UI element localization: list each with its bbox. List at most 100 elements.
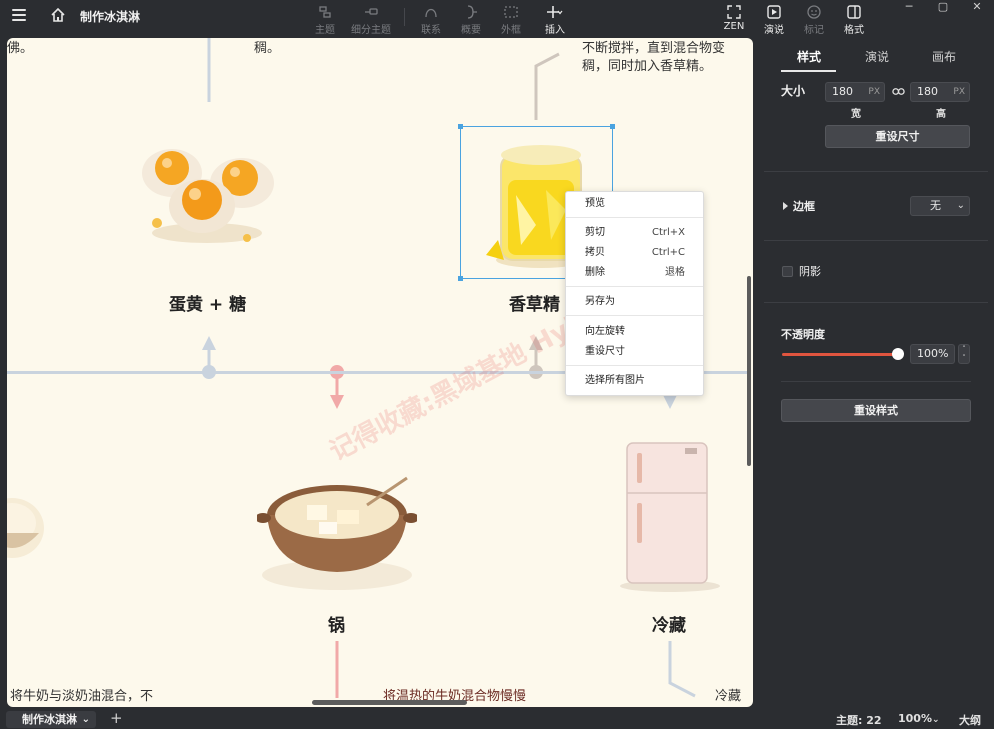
mindmap-canvas[interactable]: 佛。 稠。 不断搅拌，直到混合物变 稠，同时加入香草精。 蛋黄 + 糖 香草精 … bbox=[7, 38, 753, 707]
maximize-button[interactable]: ▢ bbox=[928, 0, 958, 14]
app-window: 制作冰淇淋 主题 细分主题 联系 概要 外框 插入 ZEN 演说 标记 格式 ─… bbox=[0, 0, 994, 729]
border-value: 无 bbox=[930, 199, 941, 212]
node-title-vanilla[interactable]: 香草精 bbox=[509, 290, 560, 315]
summary-button[interactable]: 概要 bbox=[451, 2, 491, 36]
relationship-label: 联系 bbox=[421, 25, 441, 36]
menu-divider bbox=[566, 315, 703, 316]
insert-label: 插入 bbox=[545, 25, 565, 36]
menu-shortcut: Ctrl+X bbox=[651, 227, 685, 238]
menu-item-label: 剪切 bbox=[585, 227, 605, 238]
hamburger-menu-icon[interactable] bbox=[12, 9, 26, 21]
status-bar: 制作冰淇淋 ⌄ + 主题: 22 100%⌄ 大纲 bbox=[0, 709, 994, 729]
outline-button[interactable]: 大纲 bbox=[959, 712, 981, 728]
opacity-stepper[interactable]: ˄ ˅ bbox=[958, 344, 970, 364]
reset-size-button[interactable]: 重设尺寸 bbox=[825, 125, 970, 148]
sheet-tab[interactable]: 制作冰淇淋 ⌄ bbox=[6, 711, 96, 728]
chevron-down-icon: ⌄ bbox=[81, 714, 90, 725]
reset-style-button[interactable]: 重设样式 bbox=[781, 399, 971, 422]
fridge-image[interactable] bbox=[615, 438, 725, 593]
relationship-button[interactable]: 联系 bbox=[411, 2, 451, 36]
subtopic-icon bbox=[365, 8, 378, 15]
zen-button[interactable]: ZEN bbox=[714, 2, 754, 36]
zoom-value: 100% bbox=[898, 712, 932, 725]
resize-handle[interactable] bbox=[458, 276, 463, 281]
pot-image[interactable] bbox=[257, 470, 417, 595]
pitch-label: 演说 bbox=[764, 25, 784, 36]
border-select[interactable]: 无 ⌄ bbox=[910, 196, 970, 216]
home-icon[interactable] bbox=[50, 7, 66, 23]
opacity-input[interactable]: 100% bbox=[910, 344, 955, 364]
expand-triangle-icon[interactable] bbox=[782, 202, 789, 210]
insert-button[interactable]: 插入 bbox=[535, 2, 575, 36]
active-tab-indicator bbox=[781, 70, 836, 72]
height-input[interactable]: 180 PX bbox=[910, 82, 970, 102]
chevron-down-icon: ⌄ bbox=[931, 715, 940, 725]
shadow-checkbox[interactable] bbox=[782, 266, 793, 277]
menu-shortcut: 退格 bbox=[665, 267, 685, 278]
topic-button[interactable]: 主题 bbox=[305, 2, 345, 36]
close-window-button[interactable]: ✕ bbox=[962, 0, 992, 14]
topic-icon bbox=[319, 6, 331, 18]
format-label: 格式 bbox=[844, 25, 864, 36]
opacity-slider-track[interactable] bbox=[782, 353, 897, 356]
boundary-button[interactable]: 外框 bbox=[491, 2, 531, 36]
tab-canvas[interactable]: 画布 bbox=[932, 48, 956, 65]
horizontal-scrollbar[interactable] bbox=[312, 700, 467, 705]
menu-divider bbox=[566, 286, 703, 287]
marker-label: 标记 bbox=[804, 25, 824, 36]
subtopic-label: 细分主题 bbox=[351, 25, 391, 36]
subtopic-button[interactable]: 细分主题 bbox=[351, 2, 391, 36]
size-label: 大小 bbox=[781, 84, 806, 98]
note-fragment-bottom-right: 冷藏 bbox=[715, 689, 742, 704]
zen-label: ZEN bbox=[723, 21, 745, 32]
egg-yolks-image[interactable] bbox=[137, 138, 277, 253]
menu-item-delete[interactable]: 删除 退格 bbox=[566, 264, 703, 282]
node-title-refrigerate[interactable]: 冷藏 bbox=[652, 611, 686, 636]
menu-item-rotate-left[interactable]: 向左旋转 bbox=[566, 323, 703, 341]
minimize-button[interactable]: ─ bbox=[894, 0, 924, 14]
menu-shortcut: Ctrl+C bbox=[651, 247, 685, 258]
width-input[interactable]: 180 PX bbox=[825, 82, 885, 102]
bowl-image-partial[interactable] bbox=[7, 483, 47, 568]
image-context-menu: 预览 剪切 Ctrl+X 拷贝 Ctrl+C 删除 退格 另存为 向左旋转 重设尺寸 … bbox=[565, 191, 704, 396]
document-title: 制作冰淇淋 bbox=[80, 10, 141, 24]
vertical-scrollbar[interactable] bbox=[747, 276, 751, 466]
width-sublabel: 宽 bbox=[851, 109, 861, 120]
menu-item-reset-size[interactable]: 重设尺寸 bbox=[566, 343, 703, 361]
panel-divider bbox=[764, 302, 988, 303]
pitch-button[interactable]: 演说 bbox=[754, 2, 794, 36]
menu-item-copy[interactable]: 拷贝 Ctrl+C bbox=[566, 244, 703, 262]
format-panel: 样式 演说 画布 大小 180 PX 180 PX 宽 高 重设尺寸 边框 无 ⌄ 阴… bbox=[764, 38, 988, 707]
resize-handle[interactable] bbox=[610, 124, 615, 129]
tab-pitch[interactable]: 演说 bbox=[865, 48, 889, 65]
border-label[interactable]: 边框 bbox=[793, 198, 815, 214]
opacity-label: 不透明度 bbox=[781, 328, 825, 341]
boundary-label: 外框 bbox=[501, 25, 521, 36]
note-fragment-bottom-left: 将牛奶与淡奶油混合，不 bbox=[10, 689, 154, 704]
relationship-icon bbox=[425, 8, 437, 18]
add-sheet-icon[interactable]: + bbox=[110, 709, 123, 727]
menu-item-select-all-images[interactable]: 选择所有图片 bbox=[566, 372, 703, 390]
height-sublabel: 高 bbox=[936, 109, 946, 120]
zoom-level[interactable]: 100%⌄ bbox=[898, 712, 940, 725]
link-icon[interactable] bbox=[892, 85, 905, 98]
toolbar-divider bbox=[404, 8, 405, 26]
height-unit: PX bbox=[953, 87, 965, 97]
topic-label: 主题 bbox=[315, 25, 335, 36]
summary-label: 概要 bbox=[461, 25, 481, 36]
node-title-pot[interactable]: 锅 bbox=[328, 611, 345, 636]
node-title-egg-yolk-sugar[interactable]: 蛋黄 + 糖 bbox=[169, 290, 246, 315]
menu-divider bbox=[566, 365, 703, 366]
menu-item-cut[interactable]: 剪切 Ctrl+X bbox=[566, 224, 703, 242]
marker-button[interactable]: 标记 bbox=[794, 2, 834, 36]
menu-item-label: 删除 bbox=[585, 267, 605, 278]
opacity-slider-handle[interactable] bbox=[892, 348, 904, 360]
menu-item-save-as[interactable]: 另存为 bbox=[566, 293, 703, 311]
format-button[interactable]: 格式 bbox=[834, 2, 874, 36]
menu-item-label: 重设尺寸 bbox=[585, 346, 625, 357]
boundary-icon bbox=[504, 6, 518, 18]
tab-style[interactable]: 样式 bbox=[797, 48, 821, 65]
menu-item-preview[interactable]: 预览 bbox=[566, 195, 703, 213]
width-value: 180 bbox=[832, 85, 853, 98]
resize-handle[interactable] bbox=[458, 124, 463, 129]
